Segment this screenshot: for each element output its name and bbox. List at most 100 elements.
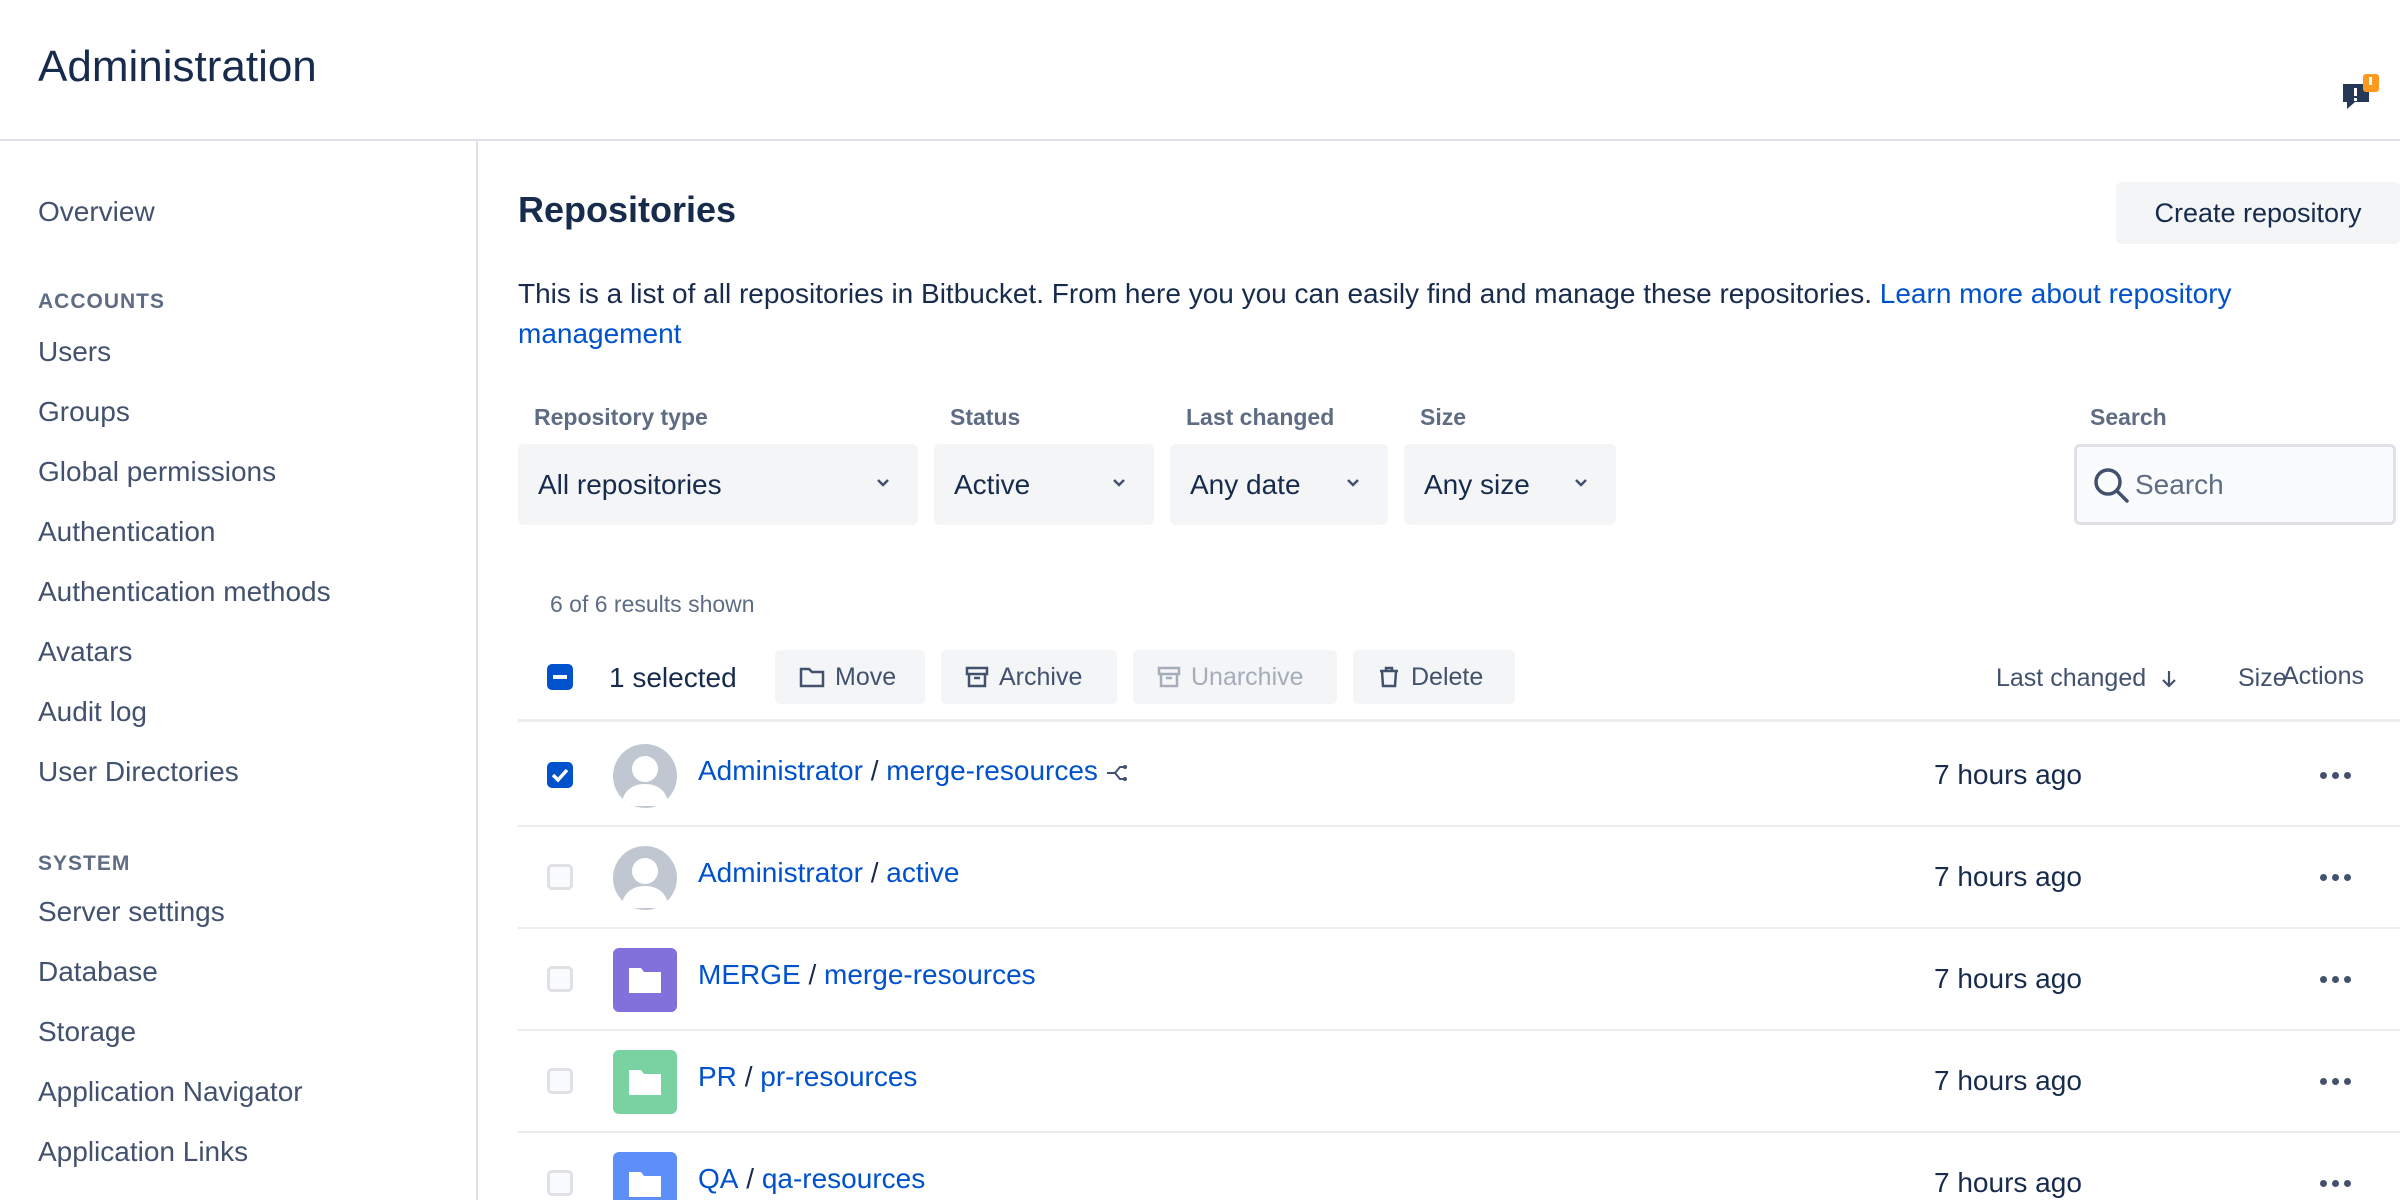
row-checkbox[interactable] bbox=[547, 864, 573, 890]
last-changed-value: 7 hours ago bbox=[1934, 1065, 2082, 1096]
top-bar: Administration bbox=[0, 0, 2400, 141]
path-separator: / bbox=[744, 1061, 753, 1092]
table-toolbar: 1 selected Move Archive Unarchive Delete… bbox=[518, 650, 2400, 722]
last-changed-value: 7 hours ago bbox=[1934, 963, 2082, 994]
column-header-actions: Actions bbox=[2282, 662, 2364, 690]
chevron-down-icon bbox=[1113, 479, 1125, 487]
sidebar-item-database[interactable]: Database bbox=[38, 956, 158, 988]
unarchive-button[interactable]: Unarchive bbox=[1133, 650, 1337, 704]
project-link[interactable]: PR bbox=[698, 1061, 737, 1092]
sidebar-item-server-settings[interactable]: Server settings bbox=[38, 896, 225, 928]
more-actions-icon[interactable] bbox=[2320, 1078, 2351, 1085]
sidebar-item-storage[interactable]: Storage bbox=[38, 1016, 136, 1048]
more-actions-icon[interactable] bbox=[2320, 772, 2351, 779]
section-title: Repositories bbox=[518, 189, 737, 230]
sidebar-item-audit-log[interactable]: Audit log bbox=[38, 696, 147, 728]
repository-name: MERGE / merge-resources bbox=[698, 959, 1036, 991]
results-count: 6 of 6 results shown bbox=[550, 591, 755, 617]
path-separator: / bbox=[746, 1163, 755, 1194]
more-actions-icon[interactable] bbox=[2320, 1180, 2351, 1187]
more-actions-icon[interactable] bbox=[2320, 874, 2351, 881]
column-header-last-changed[interactable]: Last changed bbox=[1996, 664, 2179, 693]
search-input[interactable] bbox=[2135, 467, 2375, 503]
path-separator: / bbox=[808, 959, 817, 990]
archive-label: Archive bbox=[999, 662, 1083, 691]
project-folder-icon bbox=[613, 1152, 677, 1200]
archive-button[interactable]: Archive bbox=[941, 650, 1117, 704]
description-text: This is a list of all repositories in Bi… bbox=[518, 278, 1872, 309]
last-changed-value: 7 hours ago bbox=[1934, 861, 2082, 892]
sidebar-item-overview[interactable]: Overview bbox=[38, 196, 155, 228]
sidebar-item-user-directories[interactable]: User Directories bbox=[38, 756, 239, 788]
sidebar-heading-system: SYSTEM bbox=[38, 852, 131, 875]
size-value: Any size bbox=[1424, 468, 1530, 500]
delete-button[interactable]: Delete bbox=[1353, 650, 1515, 704]
size-select[interactable]: Any size bbox=[1404, 444, 1616, 525]
chevron-down-icon bbox=[1575, 479, 1587, 487]
status-select[interactable]: Active bbox=[934, 444, 1154, 525]
sidebar-item-authentication[interactable]: Authentication bbox=[38, 516, 215, 548]
unarchive-icon bbox=[1157, 666, 1181, 688]
repository-link[interactable]: qa-resources bbox=[762, 1163, 925, 1194]
project-folder-icon bbox=[613, 948, 677, 1012]
move-button[interactable]: Move bbox=[775, 650, 925, 704]
repository-link[interactable]: merge-resources bbox=[886, 755, 1098, 786]
table-row[interactable]: PR / pr-resources 7 hours ago bbox=[518, 1031, 2400, 1133]
repository-link[interactable]: pr-resources bbox=[760, 1061, 917, 1092]
repository-type-select[interactable]: All repositories bbox=[518, 444, 918, 525]
sidebar-item-authentication-methods[interactable]: Authentication methods bbox=[38, 576, 331, 608]
sidebar-item-avatars[interactable]: Avatars bbox=[38, 636, 132, 668]
sidebar-item-users[interactable]: Users bbox=[38, 336, 111, 368]
row-checkbox[interactable] bbox=[547, 1068, 573, 1094]
repository-type-label: Repository type bbox=[534, 404, 708, 430]
sidebar-item-global-permissions[interactable]: Global permissions bbox=[38, 456, 276, 488]
last-changed-value: 7 hours ago bbox=[1934, 1167, 2082, 1198]
repository-name: PR / pr-resources bbox=[698, 1061, 917, 1093]
last-changed-select[interactable]: Any date bbox=[1170, 444, 1388, 525]
sidebar-item-application-links[interactable]: Application Links bbox=[38, 1136, 248, 1168]
project-link[interactable]: QA bbox=[698, 1163, 738, 1194]
table-row[interactable]: Administrator / active 7 hours ago bbox=[518, 827, 2400, 929]
selected-count: 1 selected bbox=[609, 662, 737, 693]
path-separator: / bbox=[870, 755, 879, 786]
repository-name: Administrator / active bbox=[698, 857, 959, 889]
description: This is a list of all repositories in Bi… bbox=[518, 274, 2388, 354]
chevron-down-icon bbox=[1347, 479, 1359, 487]
status-value: Active bbox=[954, 468, 1031, 500]
table-row[interactable]: MERGE / merge-resources 7 hours ago bbox=[518, 929, 2400, 1031]
table-row[interactable]: QA / qa-resources 7 hours ago bbox=[518, 1133, 2400, 1200]
path-separator: / bbox=[870, 857, 879, 888]
arrow-down-icon bbox=[2162, 671, 2176, 688]
search-field[interactable] bbox=[2074, 444, 2396, 525]
search-label: Search bbox=[2090, 404, 2167, 430]
folder-icon bbox=[799, 667, 825, 688]
sidebar-item-application-navigator[interactable]: Application Navigator bbox=[38, 1076, 303, 1108]
repository-link[interactable]: active bbox=[886, 857, 959, 888]
repository-name: QA / qa-resources bbox=[698, 1163, 925, 1195]
row-checkbox[interactable] bbox=[547, 966, 573, 992]
page-heading: Administration bbox=[38, 42, 317, 91]
project-link[interactable]: Administrator bbox=[698, 857, 863, 888]
chevron-down-icon bbox=[877, 479, 889, 487]
archive-icon bbox=[965, 666, 989, 688]
project-link[interactable]: Administrator bbox=[698, 755, 863, 786]
unarchive-label: Unarchive bbox=[1191, 662, 1304, 691]
repository-type-value: All repositories bbox=[538, 468, 722, 500]
sidebar-item-groups[interactable]: Groups bbox=[38, 396, 130, 428]
user-avatar bbox=[613, 744, 677, 808]
last-changed-value: 7 hours ago bbox=[1934, 759, 2082, 790]
project-folder-icon bbox=[613, 1050, 677, 1114]
more-actions-icon[interactable] bbox=[2320, 976, 2351, 983]
size-label: Size bbox=[1420, 404, 1467, 430]
row-checkbox[interactable] bbox=[547, 762, 573, 788]
create-repository-button[interactable]: Create repository bbox=[2116, 182, 2400, 244]
row-checkbox[interactable] bbox=[547, 1170, 573, 1196]
project-link[interactable]: MERGE bbox=[698, 959, 801, 990]
table-row[interactable]: Administrator / merge-resources 7 hours … bbox=[518, 725, 2400, 827]
feedback-icon[interactable] bbox=[2341, 74, 2379, 110]
column-header-size[interactable]: Size bbox=[2238, 664, 2287, 693]
repository-name: Administrator / merge-resources bbox=[698, 755, 1128, 787]
main-content: Repositories Create repository This is a… bbox=[480, 141, 2400, 1200]
select-all-checkbox[interactable] bbox=[547, 664, 573, 690]
repository-link[interactable]: merge-resources bbox=[824, 959, 1036, 990]
